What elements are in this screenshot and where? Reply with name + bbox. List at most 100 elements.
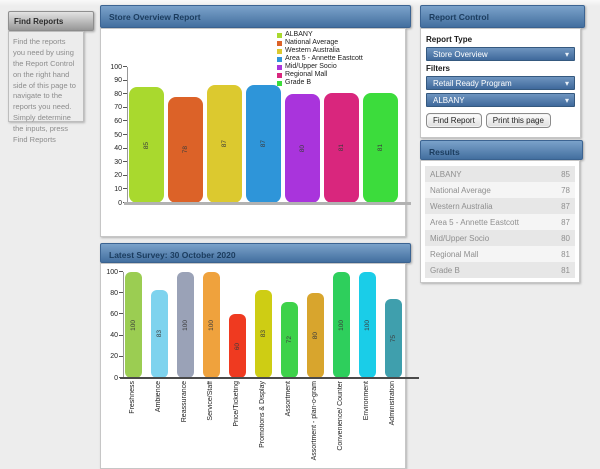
result-row: Western Australia 87 [425, 198, 575, 214]
chart-bar: 83 [151, 290, 168, 378]
bar-value-label: 78 [182, 146, 189, 154]
chevron-down-icon: ▾ [564, 50, 569, 59]
y-axis-tick: 80 [114, 90, 122, 98]
find-reports-title: Find Reports [14, 17, 64, 26]
legend-label: Regional Mall [285, 71, 328, 78]
x-axis-label: Reassurance [181, 381, 188, 423]
results-table: ALBANY 85 National Average 78 Western Austra… [425, 166, 575, 278]
report-type-select[interactable]: Store Overview ▾ [426, 47, 575, 61]
find-reports-panel: Find the reports you need by using the R… [8, 31, 84, 144]
result-label: ALBANY [430, 169, 462, 179]
y-axis-tick: 100 [106, 268, 118, 276]
y-axis-tick: 20 [110, 353, 118, 361]
y-axis-tick-mark [123, 66, 127, 67]
y-axis-tick: 100 [110, 63, 122, 71]
y-axis-tick: 90 [114, 77, 122, 85]
print-page-button[interactable]: Print this page [485, 113, 551, 128]
chart-bar: 80 [285, 94, 320, 203]
legend-label: Area 5 - Annette Eastcott [285, 55, 363, 62]
report-type-label: Report Type [426, 35, 473, 44]
result-value: 81 [561, 265, 570, 275]
legend-label: ALBANY [285, 31, 313, 38]
x-axis-label: Environment [363, 381, 370, 421]
x-axis-label: Price/Ticketing [233, 381, 240, 427]
chevron-down-icon: ▾ [564, 79, 569, 88]
x-axis-label: Administration [389, 381, 396, 426]
legend-swatch-icon [277, 56, 282, 62]
bar-value-label: 100 [130, 319, 137, 331]
chart-bar: 100 [359, 272, 376, 378]
chart-bar: 100 [203, 272, 220, 378]
result-label: National Average [430, 185, 491, 195]
find-reports-help-text: Find the reports you need by using the R… [13, 37, 76, 144]
y-axis-tick: 50 [114, 131, 122, 139]
y-axis-tick: 0 [114, 374, 118, 382]
x-axis-label: Convenience/ Counter [337, 381, 344, 451]
y-axis-tick-mark [119, 313, 123, 315]
bar-group: 85 78 87 87 80 81 81 [129, 84, 398, 203]
chart-bar: 60 [229, 314, 246, 378]
chart-bar: 80 [307, 293, 324, 378]
y-axis-tick: 80 [110, 289, 118, 297]
legend-swatch-icon [277, 64, 282, 70]
chart-bar: 81 [324, 92, 359, 203]
chart-bar: 100 [125, 272, 142, 378]
button-row: Find Report Print this page [426, 113, 575, 128]
legend-label: Western Australia [285, 47, 340, 54]
chart-bar: 87 [246, 84, 281, 203]
bar-value-label: 85 [143, 141, 150, 149]
filter-program-select[interactable]: Retail Ready Program ▾ [426, 76, 575, 90]
y-axis-tick: 20 [114, 172, 122, 180]
x-axis-line [120, 377, 419, 379]
result-row: National Average 78 [425, 182, 575, 198]
legend-item: Area 5 - Annette Eastcott [277, 55, 363, 63]
legend-item: Regional Mall [277, 71, 363, 79]
bar-group: 100 83 100 100 60 83 72 80 100 100 75 [125, 272, 402, 378]
filters-label: Filters [426, 64, 451, 73]
y-axis-tick-mark [119, 334, 123, 336]
y-axis-tick: 30 [114, 158, 122, 166]
legend-label: Mid/Upper Socio [285, 63, 337, 70]
result-value: 87 [561, 217, 570, 227]
filter-store-select[interactable]: ALBANY ▾ [426, 93, 575, 107]
result-label: Area 5 - Annette Eastcott [430, 217, 519, 227]
result-row: Area 5 - Annette Eastcott 87 [425, 214, 575, 230]
result-value: 78 [561, 185, 570, 195]
legend-item: Grade B [277, 79, 363, 87]
bar-value-label: 87 [221, 140, 228, 148]
result-row: Grade B 81 [425, 262, 575, 278]
legend-swatch-icon [277, 72, 282, 78]
legend-swatch-icon [277, 80, 282, 86]
find-report-button[interactable]: Find Report [426, 113, 482, 128]
bar-value-label: 60 [234, 342, 241, 350]
chart-bar: 78 [168, 96, 203, 203]
y-axis-tick: 60 [114, 117, 122, 125]
result-label: Western Australia [430, 201, 493, 211]
store-overview-chart: 85 78 87 87 80 81 81 ALBANY National Average Wes… [105, 31, 411, 207]
y-axis-tick: 40 [110, 332, 118, 340]
x-axis-line [124, 202, 411, 205]
chart-bar: 100 [177, 272, 194, 378]
bar-value-label: 75 [390, 334, 397, 342]
y-axis-tick-mark [119, 355, 123, 357]
report-control-panel-header: Report Control [420, 5, 585, 28]
legend-item: Western Australia [277, 47, 363, 55]
results-panel: ALBANY 85 National Average 78 Western Austra… [420, 160, 580, 283]
x-axis-label: Promotions & Display [259, 381, 266, 448]
latest-survey-chart: 100 83 100 100 60 83 72 80 100 100 75 0 20 40 60 80 100… [105, 269, 419, 469]
y-axis-tick-mark [119, 271, 123, 272]
chevron-down-icon: ▾ [564, 96, 569, 105]
x-axis-label: Ambience [155, 381, 162, 413]
latest-survey-title: Latest Survey: 30 October 2020 [109, 250, 236, 260]
store-overview-panel: 85 78 87 87 80 81 81 ALBANY National Average Wes… [100, 28, 411, 237]
legend-label: National Average [285, 39, 339, 46]
result-label: Mid/Upper Socio [430, 233, 490, 243]
y-axis-tick: 10 [114, 185, 122, 193]
x-axis-label: Assortment [285, 381, 292, 417]
bar-value-label: 83 [156, 330, 163, 338]
store-overview-panel-header: Store Overview Report [100, 5, 411, 28]
chart-bar: 75 [385, 298, 402, 378]
y-axis-tick-mark [123, 79, 127, 81]
latest-survey-panel: 100 83 100 100 60 83 72 80 100 100 75 0 20 40 60 80 100… [100, 263, 419, 469]
page: Find Reports Find the reports you need b… [0, 0, 600, 469]
